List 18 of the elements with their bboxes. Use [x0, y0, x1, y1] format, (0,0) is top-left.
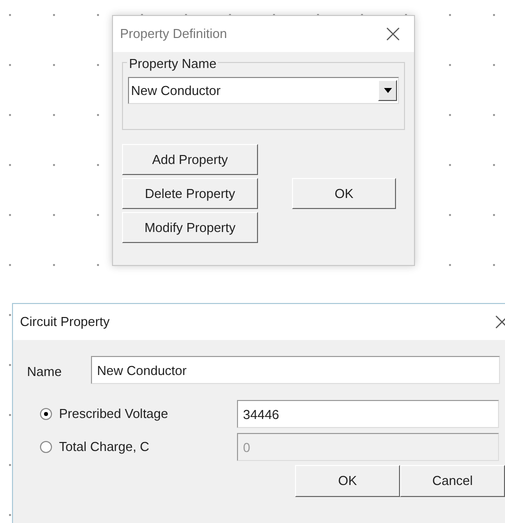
close-icon[interactable]	[495, 315, 505, 329]
value-field[interactable]: 34446	[237, 400, 499, 428]
window-title: Property Definition	[120, 25, 227, 44]
radio-label: Total Charge, C	[59, 438, 150, 456]
dialog-button[interactable]: Cancel	[400, 465, 505, 497]
close-icon[interactable]	[386, 27, 400, 41]
radio-button[interactable]	[40, 408, 52, 420]
radio-label: Prescribed Voltage	[59, 405, 168, 424]
action-button[interactable]: Add Property	[122, 144, 258, 175]
name-field[interactable]: New Conductor	[91, 356, 500, 384]
action-button[interactable]: Modify Property	[122, 212, 258, 243]
action-button[interactable]: Delete Property	[122, 178, 258, 209]
field-label: Name	[27, 362, 63, 381]
dropdown[interactable]: New Conductor	[128, 77, 399, 104]
dialog-button[interactable]: OK	[295, 465, 400, 497]
ok-button[interactable]: OK	[292, 178, 396, 209]
window-title: Circuit Property	[20, 313, 110, 332]
caret-icon[interactable]	[378, 80, 397, 101]
